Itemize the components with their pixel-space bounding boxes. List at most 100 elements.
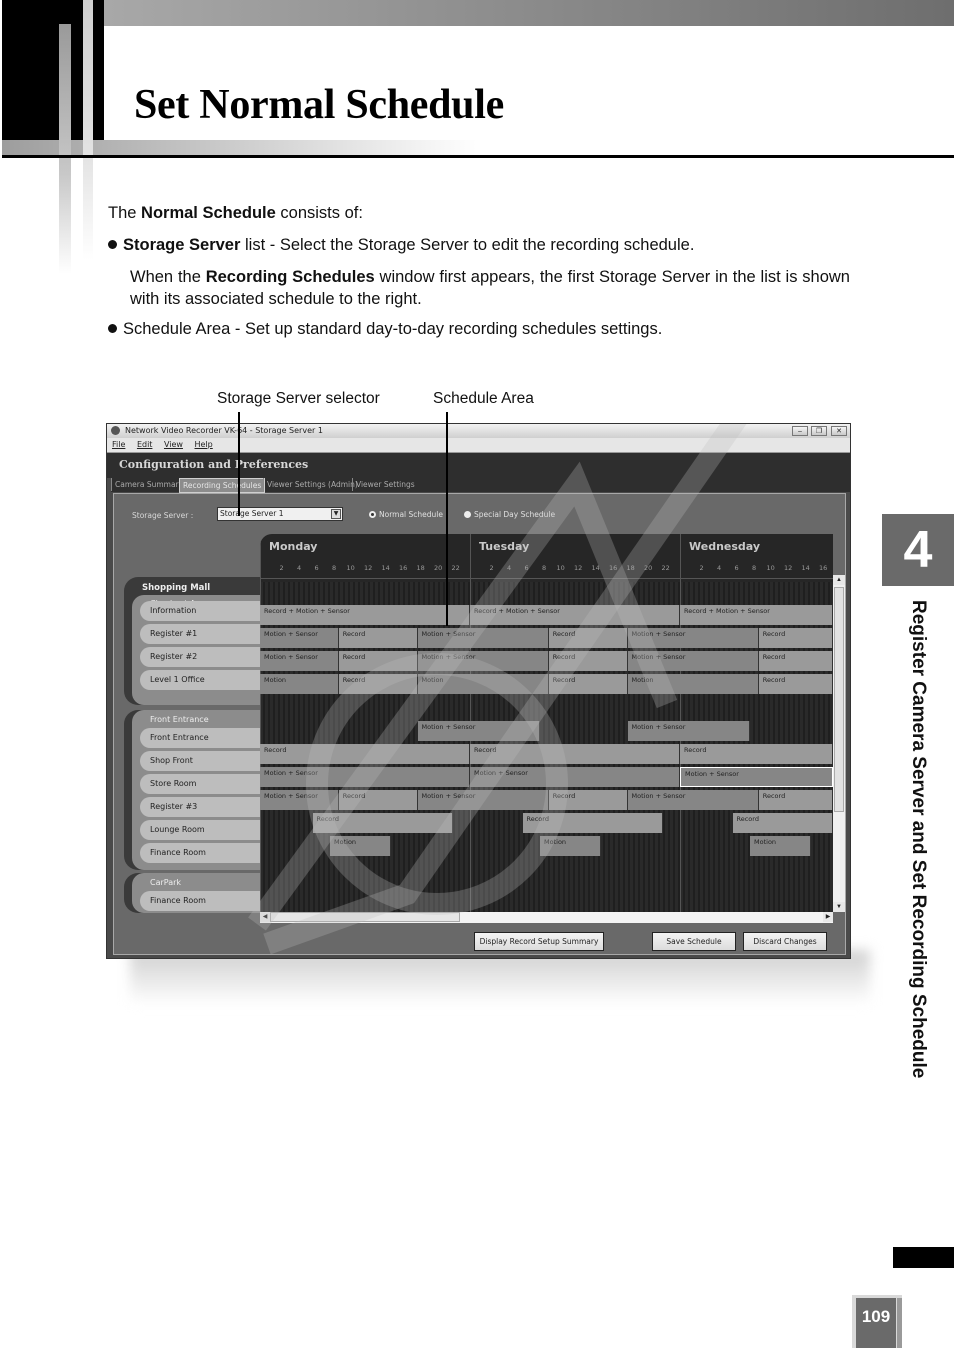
- page-title: Set Normal Schedule: [134, 82, 504, 128]
- camera-list-item[interactable]: Lounge Room: [140, 820, 260, 840]
- minimize-button[interactable]: ‒: [792, 426, 808, 436]
- schedule-block[interactable]: Motion + Sensor: [417, 628, 549, 648]
- tab-viewer-settings-admin[interactable]: Viewer Settings (Admin): [263, 478, 361, 491]
- subgroup-title[interactable]: Front Entrance: [150, 715, 209, 724]
- schedule-block[interactable]: Record + Motion + Sensor: [680, 605, 833, 625]
- schedule-block[interactable]: Record: [312, 813, 453, 833]
- camera-subgroup: Front Entrance Front Entrance Shop Front St…: [132, 710, 260, 870]
- schedule-block[interactable]: Record: [758, 651, 833, 671]
- horizontal-scrollbar[interactable]: ◀ ▶: [260, 912, 833, 923]
- schedule-block[interactable]: Record: [338, 790, 418, 810]
- schedule-block[interactable]: Record: [758, 790, 833, 810]
- schedule-block[interactable]: Record: [338, 628, 418, 648]
- hour-tick-label: 2: [699, 564, 704, 572]
- schedule-block[interactable]: Record: [548, 790, 628, 810]
- schedule-block[interactable]: Record: [548, 628, 628, 648]
- menu-file[interactable]: File: [112, 440, 125, 449]
- close-button[interactable]: ✕: [831, 426, 847, 436]
- schedule-block[interactable]: Motion + Sensor: [417, 721, 540, 741]
- schedule-block[interactable]: Record: [338, 674, 418, 694]
- page-number: 109: [856, 1298, 896, 1348]
- schedule-block[interactable]: Motion: [750, 836, 812, 856]
- schedule-block[interactable]: Motion + Sensor: [680, 767, 833, 787]
- group-title[interactable]: Shopping Mall: [142, 583, 210, 593]
- schedule-block[interactable]: Motion + Sensor: [417, 651, 549, 671]
- schedule-area[interactable]: Monday 2 4 6 8 10 12 14 16 18 20 22 Tuesday 2 4 6 8 10 12 1…: [260, 534, 833, 912]
- discard-changes-button[interactable]: Discard Changes: [743, 932, 827, 951]
- storage-server-select[interactable]: Storage Server 1 ▼: [217, 507, 343, 521]
- schedule-block[interactable]: Motion + Sensor: [470, 767, 680, 787]
- schedule-block[interactable]: Motion: [627, 674, 759, 694]
- schedule-block[interactable]: Motion: [540, 836, 602, 856]
- radio-special-day-schedule[interactable]: Special Day Schedule: [464, 510, 555, 519]
- schedule-block[interactable]: Record + Motion + Sensor: [260, 605, 470, 625]
- schedule-block[interactable]: Motion + Sensor: [260, 651, 339, 671]
- schedule-block[interactable]: Record: [680, 744, 833, 764]
- camera-list-item[interactable]: Finance Room: [140, 843, 260, 863]
- schedule-block[interactable]: Record: [548, 651, 628, 671]
- schedule-block[interactable]: Motion + Sensor: [260, 767, 470, 787]
- schedule-block[interactable]: Record: [470, 744, 680, 764]
- scroll-right-icon[interactable]: ▶: [823, 912, 833, 922]
- schedule-block[interactable]: Record: [758, 674, 833, 694]
- horizontal-scroll-thumb[interactable]: [270, 912, 460, 922]
- subgroup-title[interactable]: CarPark: [150, 878, 181, 887]
- camera-list-item[interactable]: Front Entrance: [140, 728, 260, 748]
- chevron-down-icon[interactable]: ▼: [331, 509, 341, 519]
- scroll-up-icon[interactable]: ▲: [833, 575, 845, 585]
- tab-camera-summary[interactable]: Camera Summary: [111, 478, 186, 491]
- hour-tick-label: 16: [399, 564, 408, 572]
- hour-tick-label: 6: [524, 564, 529, 572]
- hour-tick-label: 4: [507, 564, 512, 572]
- camera-group[interactable]: CarPark Finance Room: [124, 873, 260, 913]
- schedule-block[interactable]: Record: [732, 813, 833, 833]
- camera-list-item[interactable]: Store Room: [140, 774, 260, 794]
- schedule-block[interactable]: Record: [548, 674, 628, 694]
- schedule-block[interactable]: Motion + Sensor: [417, 790, 549, 810]
- camera-list-item[interactable]: Information: [140, 601, 260, 621]
- vertical-scroll-thumb[interactable]: [834, 587, 844, 812]
- save-schedule-button[interactable]: Save Schedule: [652, 932, 736, 951]
- schedule-block[interactable]: Motion + Sensor: [627, 651, 759, 671]
- camera-list-item[interactable]: Register #1: [140, 624, 260, 644]
- page-number-shadow: [897, 1298, 902, 1348]
- tab-recording-schedules[interactable]: Recording Schedules: [179, 478, 266, 493]
- schedule-block[interactable]: Record + Motion + Sensor: [470, 605, 680, 625]
- hour-tick-label: 10: [346, 564, 355, 572]
- restore-button[interactable]: ❐: [811, 426, 827, 436]
- schedule-block[interactable]: Motion: [417, 674, 549, 694]
- schedule-block[interactable]: Motion + Sensor: [627, 721, 750, 741]
- schedule-block[interactable]: Motion: [260, 674, 339, 694]
- schedule-block[interactable]: Motion + Sensor: [627, 628, 759, 648]
- camera-list-item[interactable]: Register #2: [140, 647, 260, 667]
- camera-group[interactable]: Front Entrance Front Entrance Shop Front St…: [124, 710, 260, 870]
- camera-list-item[interactable]: Shop Front: [140, 751, 260, 771]
- tab-viewer-settings[interactable]: Viewer Settings: [352, 478, 418, 491]
- menu-bar: File Edit View Help: [107, 438, 850, 453]
- radio-normal-schedule[interactable]: Normal Schedule: [369, 510, 443, 519]
- scroll-left-icon[interactable]: ◀: [260, 912, 270, 922]
- display-record-setup-summary-button[interactable]: Display Record Setup Summary: [474, 932, 604, 951]
- schedule-block[interactable]: Record: [522, 813, 663, 833]
- header-vertical-stripe: [83, 0, 93, 260]
- camera-list-item[interactable]: Finance Room: [140, 891, 260, 911]
- schedule-block[interactable]: Record: [758, 628, 833, 648]
- hour-tick-label: 8: [752, 564, 757, 572]
- schedule-block[interactable]: Motion: [330, 836, 392, 856]
- camera-list-item[interactable]: Level 1 Office: [140, 670, 260, 690]
- camera-list-item[interactable]: Register #3: [140, 797, 260, 817]
- schedule-block[interactable]: Record: [338, 651, 418, 671]
- schedule-block[interactable]: Motion + Sensor: [627, 790, 759, 810]
- chapter-edge-marker: [893, 1247, 954, 1268]
- vertical-scrollbar[interactable]: ▲ ▼: [833, 575, 845, 912]
- scroll-down-icon[interactable]: ▼: [833, 902, 845, 912]
- hour-tick-label: 8: [332, 564, 337, 572]
- menu-help[interactable]: Help: [195, 440, 213, 449]
- camera-group[interactable]: Shopping MallCheckout AreaInformationReg…: [124, 577, 260, 705]
- schedule-block[interactable]: Motion + Sensor: [260, 790, 339, 810]
- window-titlebar: Network Video Recorder VK-64 - Storage S…: [107, 424, 850, 438]
- schedule-block[interactable]: Motion + Sensor: [260, 628, 339, 648]
- menu-edit[interactable]: Edit: [137, 440, 153, 449]
- menu-view[interactable]: View: [164, 440, 183, 449]
- schedule-block[interactable]: Record: [260, 744, 470, 764]
